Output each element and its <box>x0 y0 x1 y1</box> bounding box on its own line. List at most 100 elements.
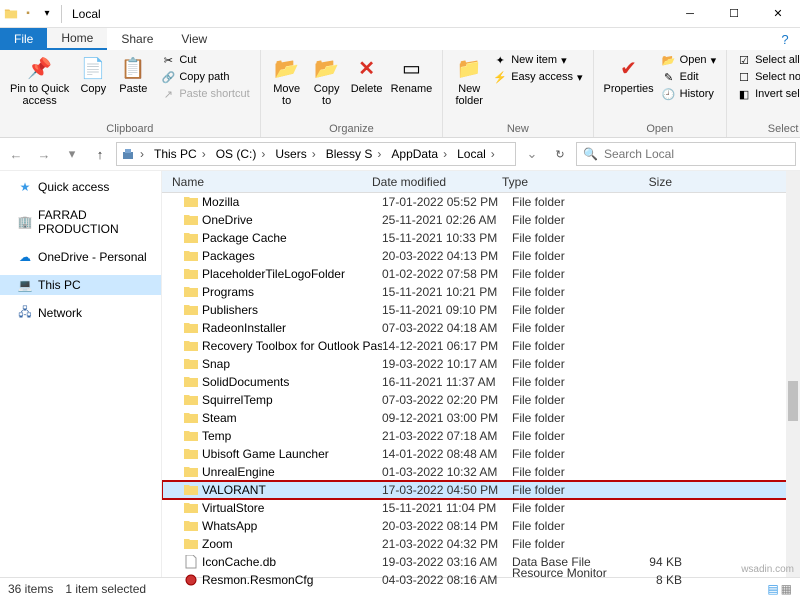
table-row[interactable]: Recovery Toolbox for Outlook Password 14… <box>162 337 800 355</box>
breadcrumb-item[interactable]: OS (C:) <box>211 147 271 161</box>
file-date: 17-01-2022 05:52 PM <box>382 195 512 209</box>
file-name: VirtualStore <box>202 501 382 515</box>
folder-icon <box>184 249 198 263</box>
file-date: 14-01-2022 08:48 AM <box>382 447 512 461</box>
table-row[interactable]: RadeonInstaller 07-03-2022 04:18 AM File… <box>162 319 800 337</box>
table-row[interactable]: Ubisoft Game Launcher 14-01-2022 08:48 A… <box>162 445 800 463</box>
breadcrumb[interactable]: This PCOS (C:)UsersBlessy SAppDataLocal <box>116 142 516 166</box>
table-row[interactable]: SolidDocuments 16-11-2021 11:37 AM File … <box>162 373 800 391</box>
easy-access-button[interactable]: ⚡Easy access ▾ <box>489 69 586 85</box>
qat-dropdown[interactable]: ▾ <box>38 5 56 23</box>
tab-file[interactable]: File <box>0 28 47 50</box>
new-folder-button[interactable]: 📁 New folder <box>449 52 489 109</box>
select-none-button[interactable]: ☐Select none <box>733 69 800 85</box>
vertical-scrollbar[interactable] <box>786 171 800 577</box>
folder-icon <box>184 285 198 299</box>
file-type: File folder <box>512 285 612 299</box>
refresh-button[interactable]: ↻ <box>548 148 572 161</box>
file-date: 15-11-2021 10:21 PM <box>382 285 512 299</box>
copy-icon: 📄 <box>79 54 107 82</box>
back-button[interactable]: ← <box>4 142 28 166</box>
move-to-button[interactable]: 📂 Move to <box>267 52 307 109</box>
table-row[interactable]: SquirrelTemp 07-03-2022 02:20 PM File fo… <box>162 391 800 409</box>
breadcrumb-item[interactable]: This PC <box>149 147 211 161</box>
table-row[interactable]: Temp 21-03-2022 07:18 AM File folder <box>162 427 800 445</box>
file-name: Recovery Toolbox for Outlook Password <box>202 339 382 353</box>
paste-icon: 📋 <box>119 54 147 82</box>
file-type: File folder <box>512 249 612 263</box>
breadcrumb-item[interactable]: Local <box>452 147 500 161</box>
col-type[interactable]: Type <box>502 175 602 189</box>
scrollbar-thumb[interactable] <box>788 381 798 421</box>
nav-item[interactable]: 🖧 Network <box>0 303 161 323</box>
select-all-button[interactable]: ☑Select all <box>733 52 800 68</box>
col-size[interactable]: Size <box>602 175 682 189</box>
copy-to-button[interactable]: 📂 Copy to <box>307 52 347 109</box>
cfg-icon <box>184 573 198 587</box>
search-input[interactable]: 🔍 Search Local <box>576 142 796 166</box>
breadcrumb-item[interactable]: Blessy S <box>321 147 387 161</box>
address-dropdown[interactable]: ⌄ <box>520 142 544 166</box>
copy-path-button[interactable]: 🔗Copy path <box>157 69 253 85</box>
column-headers: Name Date modified Type Size <box>162 171 800 193</box>
properties-button[interactable]: ✔ Properties <box>600 52 658 97</box>
file-type: File folder <box>512 519 612 533</box>
table-row[interactable]: Zoom 21-03-2022 04:32 PM File folder <box>162 535 800 553</box>
tab-share[interactable]: Share <box>107 28 167 50</box>
nav-item[interactable]: ★ Quick access <box>0 177 161 197</box>
table-row[interactable]: VirtualStore 15-11-2021 11:04 PM File fo… <box>162 499 800 517</box>
maximize-button[interactable]: ☐ <box>712 0 756 28</box>
rename-button[interactable]: ▭ Rename <box>387 52 437 97</box>
table-row[interactable]: Resmon.ResmonCfg 04-03-2022 08:16 AM Res… <box>162 571 800 589</box>
table-row[interactable]: Programs 15-11-2021 10:21 PM File folder <box>162 283 800 301</box>
edit-icon: ✎ <box>662 70 676 84</box>
table-row[interactable]: Steam 09-12-2021 03:00 PM File folder <box>162 409 800 427</box>
group-clipboard: Clipboard <box>6 122 254 136</box>
paste-shortcut-button[interactable]: ↗Paste shortcut <box>157 86 253 102</box>
nav-item[interactable]: 💻 This PC <box>0 275 161 295</box>
nav-item[interactable]: 🏢 FARRAD PRODUCTION <box>0 205 161 239</box>
paste-button[interactable]: 📋 Paste <box>113 52 153 97</box>
edit-button[interactable]: ✎Edit <box>658 69 720 85</box>
file-date: 07-03-2022 04:18 AM <box>382 321 512 335</box>
recent-button[interactable]: ▾ <box>60 142 84 166</box>
new-item-button[interactable]: ✦New item ▾ <box>489 52 586 68</box>
table-row[interactable]: Mozilla 17-01-2022 05:52 PM File folder <box>162 193 800 211</box>
table-row[interactable]: Snap 19-03-2022 10:17 AM File folder <box>162 355 800 373</box>
invert-selection-button[interactable]: ◧Invert selection <box>733 86 800 102</box>
help-button[interactable]: ? <box>778 28 800 50</box>
open-button[interactable]: 📂Open ▾ <box>658 52 720 68</box>
cut-button[interactable]: ✂Cut <box>157 52 253 68</box>
tab-home[interactable]: Home <box>47 28 107 50</box>
pin-quick-access-button[interactable]: 📌 Pin to Quick access <box>6 52 73 109</box>
table-row[interactable]: IconCache.db 19-03-2022 03:16 AM Data Ba… <box>162 553 800 571</box>
table-row[interactable]: Package Cache 15-11-2021 10:33 PM File f… <box>162 229 800 247</box>
table-row[interactable]: Publishers 15-11-2021 09:10 PM File fold… <box>162 301 800 319</box>
copy-button[interactable]: 📄 Copy <box>73 52 113 97</box>
col-name[interactable]: Name <box>162 175 372 189</box>
breadcrumb-item[interactable]: Users <box>270 147 320 161</box>
table-row[interactable]: UnrealEngine 01-03-2022 10:32 AM File fo… <box>162 463 800 481</box>
tab-view[interactable]: View <box>167 28 221 50</box>
nav-item[interactable]: ☁ OneDrive - Personal <box>0 247 161 267</box>
table-row[interactable]: PlaceholderTileLogoFolder 01-02-2022 07:… <box>162 265 800 283</box>
table-row[interactable]: WhatsApp 20-03-2022 08:14 PM File folder <box>162 517 800 535</box>
col-date[interactable]: Date modified <box>372 175 502 189</box>
cloud-icon: ☁ <box>18 250 32 264</box>
network-icon: 🖧 <box>18 306 32 320</box>
delete-button[interactable]: ✕ Delete <box>347 52 387 97</box>
forward-button[interactable]: → <box>32 142 56 166</box>
quick-access-toolbar[interactable]: ▪ <box>19 5 37 23</box>
history-button[interactable]: 🕘History <box>658 86 720 102</box>
minimize-button[interactable]: ─ <box>668 0 712 28</box>
copy-to-icon: 📂 <box>313 54 341 82</box>
file-name: OneDrive <box>202 213 382 227</box>
table-row[interactable]: VALORANT 17-03-2022 04:50 PM File folder <box>162 481 800 499</box>
file-name: Packages <box>202 249 382 263</box>
table-row[interactable]: Packages 20-03-2022 04:13 PM File folder <box>162 247 800 265</box>
breadcrumb-item[interactable]: AppData <box>386 147 452 161</box>
up-button[interactable]: ↑ <box>88 142 112 166</box>
table-row[interactable]: OneDrive 25-11-2021 02:26 AM File folder <box>162 211 800 229</box>
close-button[interactable]: ✕ <box>756 0 800 28</box>
file-date: 15-11-2021 11:04 PM <box>382 501 512 515</box>
